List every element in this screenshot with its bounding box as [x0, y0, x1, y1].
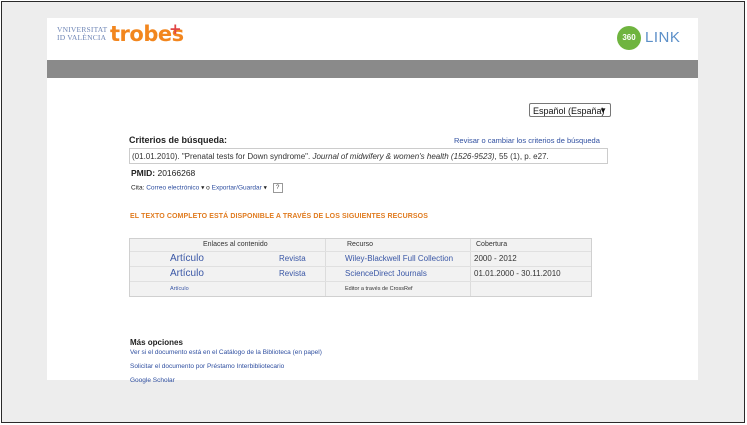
language-select[interactable]: Español (España) ▼: [529, 103, 611, 117]
citation-text: (01.01.2010). "Prenatal tests for Down s…: [132, 152, 313, 161]
resource-link[interactable]: Wiley-Blackwell Full Collection: [345, 252, 453, 266]
chevron-down-icon: ▼: [599, 106, 607, 115]
google-scholar-link[interactable]: Google Scholar: [130, 377, 175, 384]
nav-bar: [47, 60, 698, 78]
360-badge-icon: 360: [617, 26, 641, 50]
article-link[interactable]: Artículo: [170, 252, 204, 266]
university-logo-line2: ID VALÈNCIA: [57, 33, 107, 42]
trobes-plus-icon: +: [169, 20, 182, 38]
coverage-value: 01.01.2000 - 30.11.2010: [474, 269, 561, 278]
language-select-value: Español (España): [533, 106, 605, 116]
email-citation-link[interactable]: Correo electrónico: [146, 185, 199, 192]
dropdown-arrow-icon[interactable]: ▾: [262, 185, 267, 192]
more-options-title: Más opciones: [130, 338, 183, 347]
journal-link[interactable]: Revista: [279, 267, 306, 281]
header-coverage: Cobertura: [476, 241, 508, 248]
table-row: Artículo Editor a través de CrossRef: [130, 282, 591, 296]
export-save-link[interactable]: Exportar/Guardar: [212, 185, 262, 192]
360-link-text: LINK: [645, 29, 681, 46]
cita-label: Cita:: [131, 184, 145, 192]
table-header-row: Enlaces al contenido Recurso Cobertura: [130, 239, 591, 252]
header-resource: Recurso: [347, 241, 374, 248]
journal-link[interactable]: Revista: [279, 252, 306, 266]
header: VNIVERSITAT ID VALÈNCIA trobes + 360 LIN…: [47, 18, 698, 60]
table-row: Artículo Revista ScienceDirect Journals …: [130, 267, 591, 282]
interlibrary-loan-link[interactable]: Solicitar el documento por Préstamo Inte…: [130, 363, 284, 370]
catalog-link[interactable]: Ver si el documento está en el Catálogo …: [130, 349, 322, 356]
cita-row: Cita: Correo electrónico ▾ o Exportar/Gu…: [131, 183, 283, 193]
article-link[interactable]: Artículo: [170, 267, 204, 281]
criteria-title: Criterios de búsqueda:: [129, 135, 228, 145]
cita-or: o: [206, 184, 210, 192]
university-logo[interactable]: VNIVERSITAT ID VALÈNCIA: [57, 26, 109, 42]
pmid-label: PMID:: [131, 168, 156, 178]
pmid: PMID: 20166268: [131, 168, 195, 178]
pmid-value: 20166268: [157, 168, 196, 178]
citation-tail: , 55 (1), p. e27.: [494, 152, 549, 161]
table-row: Artículo Revista Wiley-Blackwell Full Co…: [130, 252, 591, 267]
resource-text: Editor a través de CrossRef: [345, 286, 413, 292]
resource-link[interactable]: ScienceDirect Journals: [345, 267, 427, 281]
fulltext-heading: EL TEXTO COMPLETO ESTÁ DISPONIBLE A TRAV…: [130, 213, 428, 220]
revise-criteria-link[interactable]: Revisar o cambiar los criterios de búsqu…: [454, 136, 600, 145]
coverage-value: 2000 - 2012: [474, 254, 517, 263]
help-icon[interactable]: ?: [272, 183, 283, 193]
article-link[interactable]: Artículo: [170, 282, 189, 296]
citation-journal: Journal of midwifery & women's health (1…: [312, 152, 495, 161]
citation-box: (01.01.2010). "Prenatal tests for Down s…: [129, 148, 608, 164]
page: VNIVERSITAT ID VALÈNCIA trobes + 360 LIN…: [47, 18, 698, 384]
header-links: Enlaces al contenido: [203, 241, 268, 248]
resources-table: Enlaces al contenido Recurso Cobertura A…: [129, 238, 592, 297]
